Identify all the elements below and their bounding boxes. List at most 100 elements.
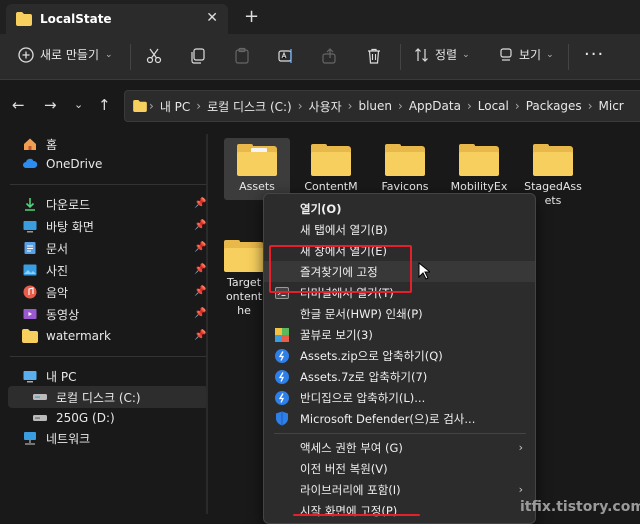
breadcrumb-user[interactable]: bluen: [358, 99, 392, 113]
folder-item-contentm[interactable]: ContentM: [298, 144, 364, 194]
menu-item-print-hwp[interactable]: 한글 문서(HWP) 인쇄(P): [264, 303, 535, 324]
folder-item-assets[interactable]: Assets: [224, 138, 290, 200]
shield-icon: [274, 411, 289, 426]
sidebar-item-music[interactable]: 음악: [22, 282, 68, 302]
menu-item-open[interactable]: 열기(O): [264, 198, 535, 219]
menu-item-include-library[interactable]: 라이브러리에 포함(I) ›: [264, 479, 535, 500]
breadcrumb-pc[interactable]: 내 PC: [160, 98, 190, 115]
new-tab-button[interactable]: +: [244, 6, 259, 27]
plus-circle-icon: [18, 46, 34, 63]
folder-icon: [22, 329, 38, 343]
folder-item-favicons[interactable]: Favicons: [372, 144, 438, 194]
pictures-icon: [23, 264, 37, 276]
sidebar-item-d-drive[interactable]: 250G (D:): [32, 408, 115, 428]
cloud-icon: [23, 158, 38, 168]
close-tab-icon[interactable]: ✕: [206, 10, 218, 26]
breadcrumb-c-drive[interactable]: 로컬 디스크 (C:): [207, 98, 292, 115]
drive-icon: [33, 394, 47, 400]
folder-name-line2: ontent: [225, 290, 263, 303]
video-icon: [23, 309, 37, 319]
chevron-down-icon: ⌄: [462, 49, 470, 60]
sidebar-item-desktop[interactable]: 바탕 화면: [22, 216, 94, 236]
copy-icon[interactable]: [188, 46, 208, 66]
menu-item-restore-versions[interactable]: 이전 버전 복원(V): [264, 458, 535, 479]
sidebar-item-label: 사진: [46, 263, 69, 278]
menu-item-label: 시작 화면에 고정(P): [300, 503, 398, 518]
breadcrumb-appdata[interactable]: AppData: [409, 99, 461, 113]
folder-name: StagedAss: [524, 180, 582, 193]
address-row: ← → ⌄ ↑ › 내 PC › 로컬 디스크 (C:) › 사용자 › blu…: [0, 80, 640, 132]
folder-name-line3: he: [237, 304, 251, 317]
sidebar-item-downloads[interactable]: 다운로드: [22, 194, 90, 214]
share-icon[interactable]: [320, 46, 340, 66]
up-arrow-icon[interactable]: ↑: [98, 96, 111, 114]
delete-icon[interactable]: [364, 46, 384, 66]
view-icon: [500, 47, 512, 61]
breadcrumb-separator: ›: [149, 99, 154, 113]
bandizip-icon: [274, 390, 289, 405]
sidebar-item-onedrive[interactable]: OneDrive: [22, 154, 102, 174]
menu-item-label: Assets.7z로 압축하기(7): [300, 369, 428, 384]
sort-button[interactable]: 정렬 ⌄: [414, 46, 470, 63]
new-button[interactable]: 새로 만들기 ⌄: [18, 46, 113, 63]
menu-item-label: 터미널에서 열기(T): [300, 285, 394, 300]
sidebar-item-videos[interactable]: 동영상: [22, 304, 79, 324]
breadcrumb-packages[interactable]: Packages: [526, 99, 582, 113]
sidebar-item-network[interactable]: 네트워크: [22, 428, 90, 448]
title-bar: LocalState ✕ +: [0, 0, 640, 34]
recent-chevron-icon[interactable]: ⌄: [74, 98, 83, 111]
sidebar-item-label: 문서: [46, 241, 69, 256]
document-icon: [24, 242, 36, 254]
menu-item-honeyview[interactable]: 꿀뷰로 보기(3): [264, 324, 535, 345]
sidebar-item-c-drive[interactable]: 로컬 디스크 (C:): [32, 387, 141, 407]
breadcrumb-separator: ›: [196, 99, 202, 113]
breadcrumb-separator: ›: [514, 99, 520, 113]
sidebar-item-watermark[interactable]: watermark: [22, 326, 111, 346]
folder-item-mobilityex[interactable]: MobilityEx: [446, 144, 512, 194]
menu-item-open-terminal[interactable]: 터미널에서 열기(T): [264, 282, 535, 303]
sidebar-item-home[interactable]: 홈: [22, 134, 57, 154]
back-arrow-icon[interactable]: ←: [12, 96, 25, 114]
menu-item-bandizip[interactable]: 반디집으로 압축하기(L)...: [264, 387, 535, 408]
sidebar-item-documents[interactable]: 문서: [22, 238, 68, 258]
folder-icon: [237, 144, 277, 176]
menu-item-7z[interactable]: Assets.7z로 압축하기(7): [264, 366, 535, 387]
bandizip-icon: [274, 348, 289, 363]
menu-item-pin-start[interactable]: 시작 화면에 고정(P): [264, 500, 535, 521]
menu-item-defender-scan[interactable]: Microsoft Defender(으)로 검사...: [264, 408, 535, 429]
sidebar-item-this-pc[interactable]: 내 PC: [22, 366, 76, 386]
paste-icon[interactable]: [232, 46, 252, 66]
breadcrumb-micr[interactable]: Micr: [599, 99, 624, 113]
folder-icon: [533, 144, 573, 176]
menu-item-label: 이전 버전 복원(V): [300, 461, 388, 476]
address-bar[interactable]: › 내 PC › 로컬 디스크 (C:) › 사용자 › bluen › App…: [124, 90, 640, 122]
menu-item-open-new-window[interactable]: 새 창에서 열기(E): [264, 240, 535, 261]
menu-item-label: 꿀뷰로 보기(3): [300, 327, 373, 342]
more-options-button[interactable]: ···: [584, 44, 604, 65]
sidebar-item-label: 바탕 화면: [46, 219, 94, 234]
sidebar-item-pictures[interactable]: 사진: [22, 260, 68, 280]
menu-item-label: Microsoft Defender(으)로 검사...: [300, 411, 476, 426]
sidebar-scrollbar[interactable]: [206, 134, 208, 514]
breadcrumb-local[interactable]: Local: [478, 99, 509, 113]
breadcrumb-users[interactable]: 사용자: [309, 98, 342, 115]
folder-icon: [311, 144, 351, 176]
sidebar-divider: [10, 184, 206, 185]
sidebar-item-label: OneDrive: [46, 157, 103, 171]
menu-item-open-new-tab[interactable]: 새 탭에서 열기(B): [264, 219, 535, 240]
sidebar-item-label: 홈: [46, 137, 58, 152]
menu-item-give-access[interactable]: 액세스 권한 부여 (G) ›: [264, 437, 535, 458]
tab-localstate[interactable]: LocalState ✕: [6, 4, 228, 34]
folder-icon: [459, 144, 499, 176]
forward-arrow-icon[interactable]: →: [44, 96, 57, 114]
menu-item-zip[interactable]: Assets.zip으로 압축하기(Q): [264, 345, 535, 366]
folder-icon: [16, 12, 32, 26]
menu-item-pin-quick-access[interactable]: 즐겨찾기에 고정: [264, 261, 535, 282]
view-button[interactable]: 보기 ⌄: [498, 46, 554, 63]
breadcrumb-separator: ›: [587, 99, 593, 113]
sidebar-item-label: 로컬 디스크 (C:): [56, 390, 141, 405]
desktop-icon: [23, 221, 37, 233]
rename-icon[interactable]: [276, 46, 296, 66]
sidebar-item-label: 동영상: [46, 307, 80, 322]
cut-icon[interactable]: [144, 46, 164, 66]
